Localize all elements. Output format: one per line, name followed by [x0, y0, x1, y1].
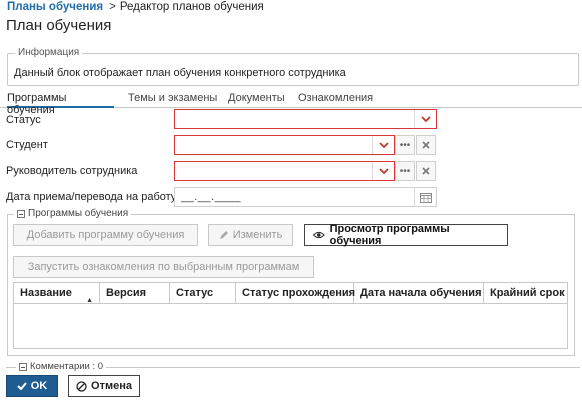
- student-more-button[interactable]: •••: [395, 135, 415, 155]
- more-icon: •••: [399, 165, 411, 177]
- breadcrumb-separator: >: [109, 1, 116, 13]
- tab-topics-exams[interactable]: Темы и экзамены: [128, 92, 217, 108]
- hire-date-value: __.__.____: [181, 191, 242, 203]
- hire-date-label: Дата приема/перевода на работу: [6, 191, 177, 203]
- cancel-icon: [76, 380, 87, 392]
- tab-acknowledgements[interactable]: Ознакомления: [298, 92, 373, 108]
- collapse-icon[interactable]: [17, 210, 25, 218]
- info-text: Данный блок отображает план обучения кон…: [14, 67, 346, 79]
- cancel-button[interactable]: Отмена: [68, 375, 140, 397]
- view-program-label: Просмотр программы обучения: [329, 223, 450, 247]
- hire-date-input[interactable]: __.__.____: [174, 187, 437, 207]
- column-header-version[interactable]: Версия: [100, 283, 170, 304]
- table-header: Название ▲ Версия Статус Статус прохожде…: [14, 283, 567, 304]
- column-header-name[interactable]: Название ▲: [14, 283, 100, 304]
- column-header-progress-status[interactable]: Статус прохождения: [236, 283, 355, 304]
- column-header-name-label: Название: [20, 287, 72, 299]
- chevron-down-icon[interactable]: [372, 136, 394, 154]
- column-header-start-date[interactable]: Дата начала обучения: [354, 283, 484, 304]
- status-label: Статус: [6, 114, 41, 126]
- breadcrumb: Планы обучения > Редактор планов обучения: [7, 0, 264, 14]
- tab-programs[interactable]: Программы обучения: [7, 92, 114, 116]
- comments-block: Комментарии : 0: [6, 361, 580, 373]
- edit-program-label: Изменить: [232, 229, 283, 241]
- view-program-button[interactable]: Просмотр программы обучения: [304, 223, 508, 247]
- more-icon: •••: [399, 139, 411, 151]
- ok-label: OK: [30, 380, 48, 392]
- launch-acknowledgements-button[interactable]: Запустить ознакомления по выбранным прог…: [13, 256, 314, 278]
- student-label: Студент: [6, 139, 48, 151]
- eye-icon: [313, 231, 325, 239]
- page-title: План обучения: [6, 17, 112, 34]
- pencil-icon: [219, 231, 228, 239]
- programs-legend[interactable]: Программы обучения: [14, 208, 132, 220]
- check-icon: [17, 382, 27, 390]
- expand-icon[interactable]: [19, 363, 27, 371]
- manager-clear-button[interactable]: [416, 161, 436, 181]
- tab-bar: Программы обучения Темы и экзамены Докум…: [0, 92, 582, 116]
- student-select[interactable]: [174, 135, 395, 155]
- breadcrumb-link-plans[interactable]: Планы обучения: [7, 1, 103, 13]
- cancel-label: Отмена: [91, 380, 132, 392]
- sort-asc-icon: ▲: [86, 297, 93, 304]
- chevron-down-icon[interactable]: [414, 110, 436, 128]
- close-icon: [422, 141, 430, 149]
- edit-program-button[interactable]: Изменить: [208, 224, 293, 246]
- info-block: Информация Данный блок отображает план о…: [7, 47, 579, 86]
- calendar-icon[interactable]: [414, 188, 436, 206]
- programs-table: Название ▲ Версия Статус Статус прохожде…: [13, 282, 568, 349]
- status-select[interactable]: [174, 109, 437, 129]
- manager-select[interactable]: [174, 161, 395, 181]
- programs-legend-label: Программы обучения: [28, 208, 129, 219]
- column-header-deadline[interactable]: Крайний срок: [484, 283, 567, 304]
- tab-documents[interactable]: Документы: [228, 92, 285, 108]
- ok-button[interactable]: OK: [6, 375, 58, 397]
- breadcrumb-current: Редактор планов обучения: [119, 1, 264, 13]
- chevron-down-icon[interactable]: [372, 162, 394, 180]
- manager-label: Руководитель сотрудника: [6, 165, 138, 177]
- add-program-button[interactable]: Добавить программу обучения: [13, 224, 198, 246]
- manager-more-button[interactable]: •••: [395, 161, 415, 181]
- comments-toggle[interactable]: Комментарии : 0: [16, 361, 107, 373]
- comments-label: Комментарии : 0: [30, 361, 104, 372]
- info-legend: Информация: [15, 47, 83, 59]
- student-clear-button[interactable]: [416, 135, 436, 155]
- column-header-status[interactable]: Статус: [170, 283, 236, 304]
- close-icon: [422, 167, 430, 175]
